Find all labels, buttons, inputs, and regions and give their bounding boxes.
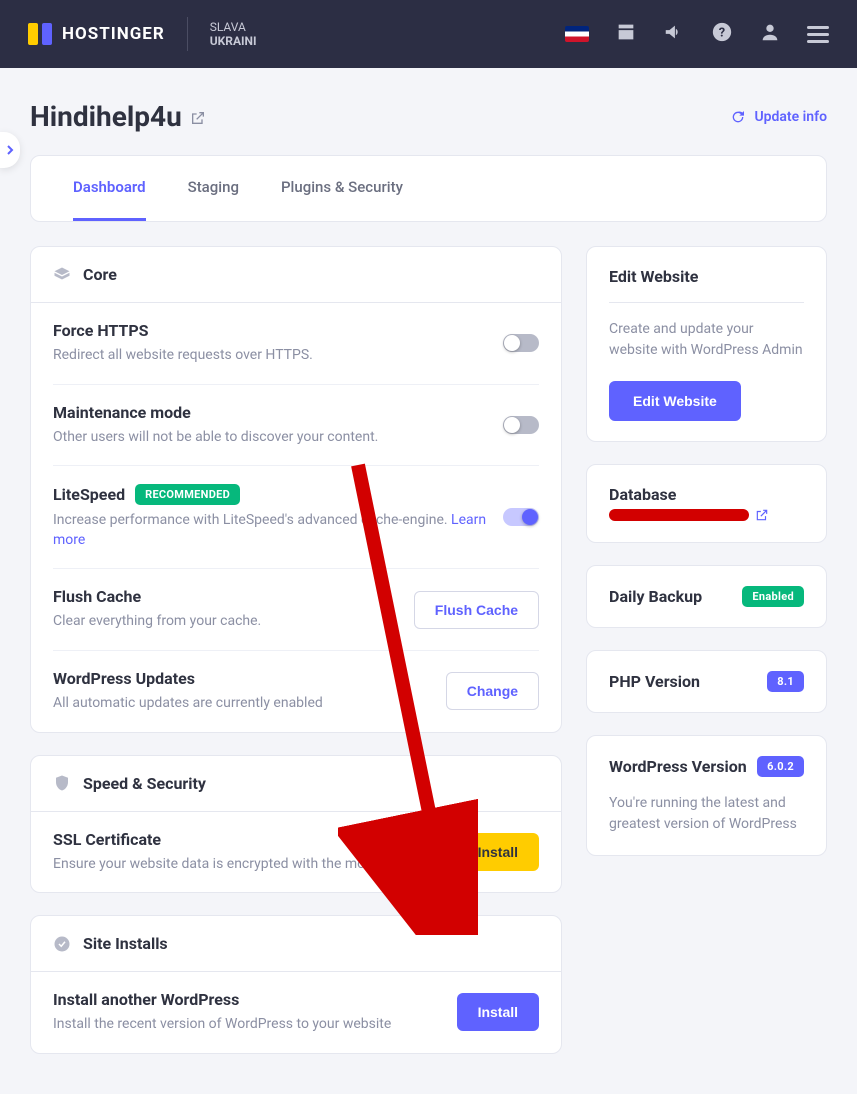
litespeed-title: LiteSpeed [53,485,125,504]
force-https-desc: Redirect all website requests over HTTPS… [53,346,313,366]
core-card: Core Force HTTPS Redirect all website re… [30,246,562,733]
wp-version-card: WordPress Version 6.0.2 You're running t… [586,735,827,856]
core-title: Core [83,265,117,284]
updates-desc: All automatic updates are currently enab… [53,694,323,714]
row-litespeed: LiteSpeed RECOMMENDED Increase performan… [53,466,539,569]
update-info-button[interactable]: Update info [730,109,827,125]
tab-dashboard[interactable]: Dashboard [73,156,146,221]
php-title: PHP Version [609,672,700,691]
install-wp-button[interactable]: Install [457,993,539,1031]
tagline-bottom: UKRAINI [210,34,257,48]
page-header: Hindihelp4u Update info [30,100,827,133]
brand-logo[interactable]: HOSTINGER [28,23,165,45]
columns: Core Force HTTPS Redirect all website re… [30,246,827,1054]
tabs: Dashboard Staging Plugins & Security [31,156,826,221]
row-updates: WordPress Updates All automatic updates … [53,651,539,732]
core-body: Force HTTPS Redirect all website request… [31,303,561,732]
installs-body: Install another WordPress Install the re… [31,972,561,1053]
external-link-icon [755,508,769,522]
edit-website-card: Edit Website Create and update your webs… [586,246,827,442]
php-card: PHP Version 8.1 [586,650,827,713]
edit-website-title: Edit Website [609,267,804,303]
help-icon[interactable]: ? [711,21,733,47]
wpver-badge: 6.0.2 [757,756,804,777]
account-icon[interactable] [759,21,781,47]
installs-heading: Site Installs [31,916,561,972]
top-bar-right: ? [565,21,829,47]
brand-name: HOSTINGER [62,24,165,44]
tabs-card: Dashboard Staging Plugins & Security [30,155,827,222]
header-divider [187,17,188,51]
updates-title: WordPress Updates [53,669,323,688]
tab-staging[interactable]: Staging [188,156,239,221]
main-content: Hindihelp4u Update info Dashboard Stagin… [0,68,857,1094]
ssl-desc: Ensure your website data is encrypted wi… [53,855,440,875]
header-tagline: SLAVA UKRAINI [210,20,257,48]
page-title[interactable]: Hindihelp4u [30,100,206,133]
php-badge: 8.1 [767,671,804,692]
flush-cache-button[interactable]: Flush Cache [414,591,539,629]
shield-icon [53,774,71,792]
edit-website-button[interactable]: Edit Website [609,381,741,421]
ssl-install-button[interactable]: Install [457,833,539,871]
litespeed-desc: Increase performance with LiteSpeed's ad… [53,511,487,550]
language-flag-icon[interactable] [565,26,589,42]
check-circle-icon [53,935,71,953]
install-wp-desc: Install the recent version of WordPress … [53,1015,391,1035]
row-force-https: Force HTTPS Redirect all website request… [53,303,539,385]
installs-title: Site Installs [83,934,168,953]
speed-title: Speed & Security [83,774,206,793]
edit-website-desc: Create and update your website with Word… [609,319,804,361]
col-right: Edit Website Create and update your webs… [586,246,827,856]
row-flush: Flush Cache Clear everything from your c… [53,569,539,651]
backup-badge: Enabled [742,586,804,607]
top-bar-left: HOSTINGER SLAVA UKRAINI [28,17,257,51]
backup-title: Daily Backup [609,587,702,606]
speed-heading: Speed & Security [31,756,561,812]
installs-card: Site Installs Install another WordPress … [30,915,562,1054]
maintenance-toggle[interactable] [503,416,539,434]
update-info-label: Update info [754,109,827,125]
wpver-title: WordPress Version [609,757,747,776]
core-heading: Core [31,247,561,303]
flush-desc: Clear everything from your cache. [53,612,261,632]
flush-title: Flush Cache [53,587,261,606]
row-maintenance: Maintenance mode Other users will not be… [53,385,539,467]
database-link[interactable] [609,508,804,522]
col-left: Core Force HTTPS Redirect all website re… [30,246,562,1054]
top-bar: HOSTINGER SLAVA UKRAINI ? [0,0,857,68]
tagline-top: SLAVA [210,20,257,34]
backup-card: Daily Backup Enabled [586,565,827,628]
external-link-icon [190,100,206,133]
speed-card: Speed & Security SSL Certificate Ensure … [30,755,562,894]
refresh-icon [730,109,746,125]
row-ssl: SSL Certificate Ensure your website data… [53,812,539,893]
ssl-title: SSL Certificate [53,830,440,849]
tab-plugins[interactable]: Plugins & Security [281,156,403,221]
database-title: Database [609,485,804,504]
force-https-title: Force HTTPS [53,321,313,340]
layers-icon [53,266,71,284]
recommended-badge: RECOMMENDED [135,484,240,505]
change-updates-button[interactable]: Change [446,672,539,710]
site-name: Hindihelp4u [30,100,182,133]
row-install-wp: Install another WordPress Install the re… [53,972,539,1053]
force-https-toggle[interactable] [503,334,539,352]
announce-icon[interactable] [663,21,685,47]
database-name-redacted [609,509,749,521]
maintenance-desc: Other users will not be able to discover… [53,428,378,448]
database-card: Database [586,464,827,543]
svg-text:?: ? [719,26,725,41]
litespeed-toggle[interactable] [503,508,539,526]
store-icon[interactable] [615,21,637,47]
speed-body: SSL Certificate Ensure your website data… [31,812,561,893]
maintenance-title: Maintenance mode [53,403,378,422]
install-wp-title: Install another WordPress [53,990,391,1009]
litespeed-title-row: LiteSpeed RECOMMENDED [53,484,487,505]
logo-mark-icon [28,23,52,45]
menu-icon[interactable] [807,26,829,43]
wpver-desc: You're running the latest and greatest v… [609,793,804,835]
chevron-right-icon [5,145,15,155]
